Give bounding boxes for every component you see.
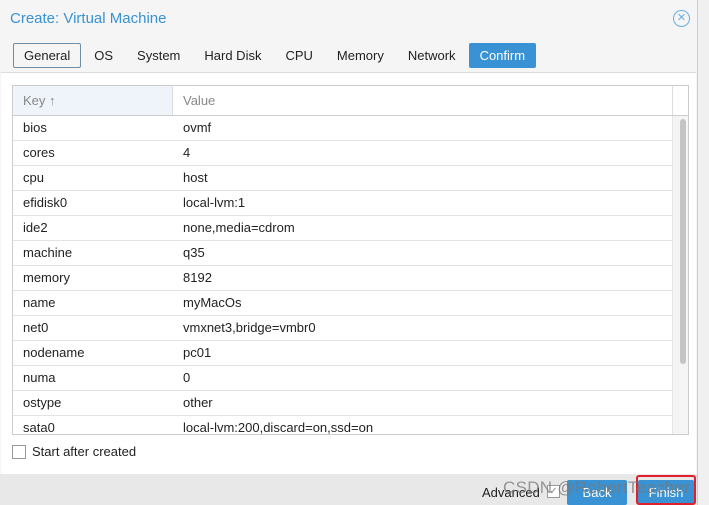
table-row[interactable]: cores 4 — [13, 141, 673, 166]
row-key: ide2 — [23, 220, 48, 235]
row-value: myMacOs — [183, 295, 242, 310]
table-row[interactable]: machine q35 — [13, 241, 673, 266]
tab-hard-disk[interactable]: Hard Disk — [193, 43, 272, 68]
start-after-created-label: Start after created — [32, 444, 137, 459]
table-row[interactable]: numa 0 — [13, 366, 673, 391]
row-key: bios — [23, 120, 47, 135]
row-key: cores — [23, 145, 55, 160]
row-key: nodename — [23, 345, 85, 360]
row-key: name — [23, 295, 56, 310]
table-row[interactable]: ide2 none,media=cdrom — [13, 216, 673, 241]
tab-os[interactable]: OS — [83, 43, 124, 68]
row-key: cpu — [23, 170, 44, 185]
row-value: local-lvm:1 — [183, 195, 246, 210]
row-value: 8192 — [183, 270, 212, 285]
row-value: none,media=cdrom — [183, 220, 295, 235]
column-header-value[interactable]: Value — [173, 86, 673, 115]
tab-system[interactable]: System — [126, 43, 191, 68]
table-row[interactable]: efidisk0 local-lvm:1 — [13, 191, 673, 216]
row-value: q35 — [183, 245, 205, 260]
start-after-created-checkbox[interactable] — [12, 444, 26, 459]
row-value: ovmf — [183, 120, 212, 135]
grid-header: Key ↑ Value — [13, 86, 688, 116]
table-row[interactable]: name myMacOs — [13, 291, 673, 316]
row-value: 4 — [183, 145, 191, 160]
row-value: 0 — [183, 370, 191, 385]
table-row[interactable]: net0 vmxnet3,bridge=vmbr0 — [13, 316, 673, 341]
table-row[interactable]: sata0 local-lvm:200,discard=on,ssd=on — [13, 416, 673, 435]
watermark: CSDN @RobertTeacher — [503, 478, 691, 497]
wizard-tabs: General OS System Hard Disk CPU Memory N… — [13, 43, 538, 68]
row-value: other — [183, 395, 213, 410]
row-key: machine — [23, 245, 73, 260]
row-value: pc01 — [183, 345, 212, 360]
row-key: memory — [23, 270, 70, 285]
summary-grid: Key ↑ Value bios ovmf cores 4 cpu host efidisk… — [12, 85, 689, 435]
create-vm-dialog: Create: Virtual Machine ✕ General OS Sys… — [0, 0, 698, 505]
table-row[interactable]: cpu host — [13, 166, 673, 191]
row-value: vmxnet3,bridge=vmbr0 — [183, 320, 316, 335]
row-key: sata0 — [23, 420, 55, 435]
row-key: net0 — [23, 320, 49, 335]
table-row[interactable]: memory 8192 — [13, 266, 673, 291]
close-icon[interactable]: ✕ — [673, 10, 690, 27]
table-row[interactable]: nodename pc01 — [13, 341, 673, 366]
tab-cpu[interactable]: CPU — [274, 43, 323, 68]
tab-memory[interactable]: Memory — [326, 43, 395, 68]
row-key: numa — [23, 370, 56, 385]
row-value: host — [183, 170, 208, 185]
table-row[interactable]: bios ovmf — [13, 116, 673, 141]
table-row[interactable]: ostype other — [13, 391, 673, 416]
row-key: efidisk0 — [23, 195, 68, 210]
tab-general[interactable]: General — [13, 43, 82, 68]
tab-network[interactable]: Network — [397, 43, 467, 68]
dialog-title: Create: Virtual Machine — [10, 10, 167, 27]
row-value: local-lvm:200,discard=on,ssd=on — [183, 420, 374, 435]
row-key: ostype — [23, 395, 62, 410]
column-header-key[interactable]: Key ↑ — [13, 86, 173, 115]
scrollbar-thumb[interactable] — [680, 119, 686, 364]
start-after-created[interactable]: Start after created — [12, 444, 136, 459]
tab-confirm[interactable]: Confirm — [468, 43, 537, 68]
background-window — [697, 0, 709, 505]
